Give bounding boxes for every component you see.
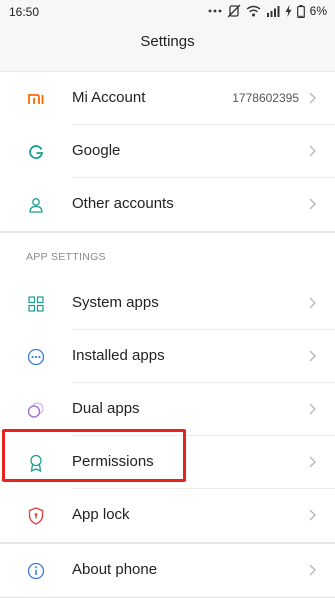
permissions-highlight-box xyxy=(2,429,186,482)
title-bar: Settings xyxy=(0,24,335,60)
row-google[interactable]: Google xyxy=(0,125,335,178)
person-icon xyxy=(26,195,46,215)
chevron-right-icon xyxy=(309,92,316,104)
page-title: Settings xyxy=(140,33,195,50)
chevron-right-icon xyxy=(309,198,316,210)
signal-icon xyxy=(266,5,280,17)
other-accounts-label: Other accounts xyxy=(72,195,174,212)
chevron-right-icon xyxy=(309,403,316,415)
dual-circles-icon xyxy=(26,400,46,420)
chevron-right-icon xyxy=(309,145,316,157)
dual-apps-label: Dual apps xyxy=(72,400,140,417)
app-settings-group: APP SETTINGS System apps Installed apps … xyxy=(0,232,335,543)
chevron-right-icon xyxy=(309,456,316,468)
grid-icon xyxy=(26,294,46,314)
row-app-lock[interactable]: App lock xyxy=(0,489,335,542)
row-other-accounts[interactable]: Other accounts xyxy=(0,178,335,231)
chevron-right-icon xyxy=(309,297,316,309)
dots-circle-icon xyxy=(26,347,46,367)
row-installed-apps[interactable]: Installed apps xyxy=(0,330,335,383)
status-bar: 16:50 6% xyxy=(0,0,335,24)
mi-account-label: Mi Account xyxy=(72,89,146,106)
row-about-phone[interactable]: About phone xyxy=(0,544,335,597)
info-icon xyxy=(26,561,46,581)
chevron-right-icon xyxy=(309,350,316,362)
section-header-text: APP SETTINGS xyxy=(26,251,106,263)
about-phone-label: About phone xyxy=(72,561,158,578)
installed-apps-label: Installed apps xyxy=(72,347,165,364)
shield-icon xyxy=(26,506,46,526)
dots-icon xyxy=(208,5,222,17)
row-mi-account[interactable]: Mi Account 1778602395 xyxy=(0,72,335,125)
app-lock-label: App lock xyxy=(72,506,130,523)
google-icon xyxy=(26,142,46,162)
row-system-apps[interactable]: System apps xyxy=(0,277,335,330)
status-time: 16:50 xyxy=(9,5,40,19)
system-apps-label: System apps xyxy=(72,294,159,311)
chevron-right-icon xyxy=(309,509,316,521)
battery-icon xyxy=(296,4,305,18)
charging-icon xyxy=(285,5,292,17)
wifi-icon xyxy=(246,5,261,17)
section-header: APP SETTINGS xyxy=(0,233,335,277)
mi-account-id: 1778602395 xyxy=(232,91,299,105)
chevron-right-icon xyxy=(309,564,316,576)
mute-vibrate-icon xyxy=(227,4,241,18)
accounts-group: Mi Account 1778602395 Google Other accou… xyxy=(0,71,335,232)
about-group: About phone xyxy=(0,543,335,598)
google-label: Google xyxy=(72,142,121,159)
mi-logo-icon xyxy=(26,89,46,109)
status-icons: 6% xyxy=(208,4,327,18)
battery-percent: 6% xyxy=(309,4,327,18)
